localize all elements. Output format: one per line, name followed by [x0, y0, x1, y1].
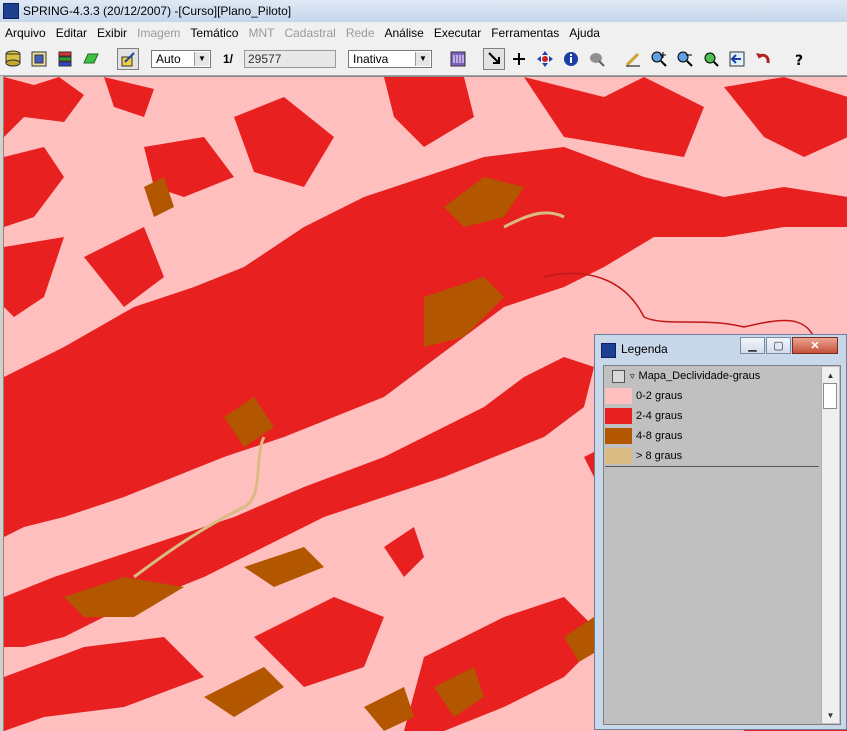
- scale-prefix: 1/: [223, 52, 234, 66]
- cursor-icon[interactable]: [587, 49, 607, 69]
- zoom-in-icon[interactable]: [649, 49, 669, 69]
- menu-executar[interactable]: Executar: [429, 26, 486, 40]
- move-icon[interactable]: [535, 49, 555, 69]
- menu-exibir[interactable]: Exibir: [92, 26, 132, 40]
- zoom-fit-icon[interactable]: [701, 49, 721, 69]
- legend-class-row[interactable]: 0-2 graus: [605, 386, 819, 406]
- scroll-up-icon[interactable]: ▲: [822, 367, 839, 383]
- legend-swatch: [605, 388, 632, 404]
- back-icon[interactable]: [727, 49, 747, 69]
- pan-cross-icon[interactable]: [509, 49, 529, 69]
- legend-class-row[interactable]: 2-4 graus: [605, 406, 819, 426]
- chevron-down-icon: ▼: [415, 52, 430, 66]
- legend-panel: ▿ Mapa_Declividade-graus 0-2 graus 2-4 g…: [603, 365, 841, 725]
- legend-title: Legenda: [621, 342, 668, 356]
- cursor-mode-value: Inativa: [353, 52, 389, 66]
- pointer-icon[interactable]: [483, 48, 505, 70]
- menu-ferramentas[interactable]: Ferramentas: [486, 26, 564, 40]
- menu-rede[interactable]: Rede: [341, 26, 380, 40]
- database-icon[interactable]: [3, 49, 23, 69]
- app-icon: [601, 343, 616, 358]
- app-icon: [3, 3, 19, 19]
- menu-imagem[interactable]: Imagem: [132, 26, 185, 40]
- legend-class-label: 2-4 graus: [636, 410, 683, 422]
- expand-icon[interactable]: ▿: [630, 371, 635, 382]
- legend-swatch: [605, 448, 632, 464]
- close-button[interactable]: ✕: [792, 337, 838, 354]
- legend-class-row[interactable]: 4-8 graus: [605, 426, 819, 446]
- undo-icon[interactable]: [753, 49, 773, 69]
- menu-analise[interactable]: Análise: [380, 26, 429, 40]
- layers-icon[interactable]: [55, 49, 75, 69]
- zoom-out-icon[interactable]: [675, 49, 695, 69]
- menu-mnt[interactable]: MNT: [243, 26, 279, 40]
- legend-swatch: [605, 408, 632, 424]
- legend-class-row[interactable]: > 8 graus: [605, 446, 819, 467]
- menu-bar: Arquivo Editar Exibir Imagem Temático MN…: [0, 22, 847, 44]
- menu-editar[interactable]: Editar: [51, 26, 92, 40]
- legend-class-label: 4-8 graus: [636, 430, 683, 442]
- legend-class-label: > 8 graus: [636, 450, 683, 462]
- window-title: SPRING-4.3.3 (20/12/2007) -[Curso][Plano…: [23, 4, 292, 18]
- draw-area-icon[interactable]: [448, 49, 468, 69]
- zoom-mode-select[interactable]: Auto ▼: [151, 50, 211, 68]
- help-icon[interactable]: ?: [789, 49, 809, 69]
- chevron-down-icon: ▼: [194, 52, 209, 66]
- scroll-thumb[interactable]: [823, 383, 837, 409]
- title-bar: SPRING-4.3.3 (20/12/2007) -[Curso][Plano…: [0, 0, 847, 22]
- plane-icon[interactable]: [81, 49, 101, 69]
- legend-layer-row[interactable]: ▿ Mapa_Declividade-graus: [605, 366, 819, 386]
- legend-swatch: [605, 428, 632, 444]
- zoom-mode-value: Auto: [156, 52, 181, 66]
- minimize-button[interactable]: ▁: [740, 337, 765, 354]
- draw-icon[interactable]: [117, 48, 139, 70]
- toolbar: Auto ▼ 1/ 29577 Inativa ▼ ?: [0, 44, 847, 76]
- legend-class-label: 0-2 graus: [636, 390, 683, 402]
- menu-ajuda[interactable]: Ajuda: [564, 26, 605, 40]
- maximize-button[interactable]: ▢: [766, 337, 791, 354]
- menu-arquivo[interactable]: Arquivo: [0, 26, 51, 40]
- svg-text:?: ?: [795, 53, 803, 68]
- checkbox-icon[interactable]: [612, 369, 625, 383]
- info-icon[interactable]: [561, 49, 581, 69]
- menu-cadastral[interactable]: Cadastral: [279, 26, 340, 40]
- cursor-mode-select[interactable]: Inativa ▼: [348, 50, 432, 68]
- legend-layer-name: Mapa_Declividade-graus: [638, 370, 761, 382]
- menu-tematico[interactable]: Temático: [185, 26, 243, 40]
- edit-icon[interactable]: [623, 49, 643, 69]
- legend-scrollbar[interactable]: ▲ ▼: [821, 367, 839, 723]
- scroll-down-icon[interactable]: ▼: [822, 707, 839, 723]
- scale-field[interactable]: 29577: [244, 50, 336, 68]
- legend-window: Legenda ▁ ▢ ✕ ▿ Mapa_Declividade-graus 0…: [594, 334, 847, 730]
- project-icon[interactable]: [29, 49, 49, 69]
